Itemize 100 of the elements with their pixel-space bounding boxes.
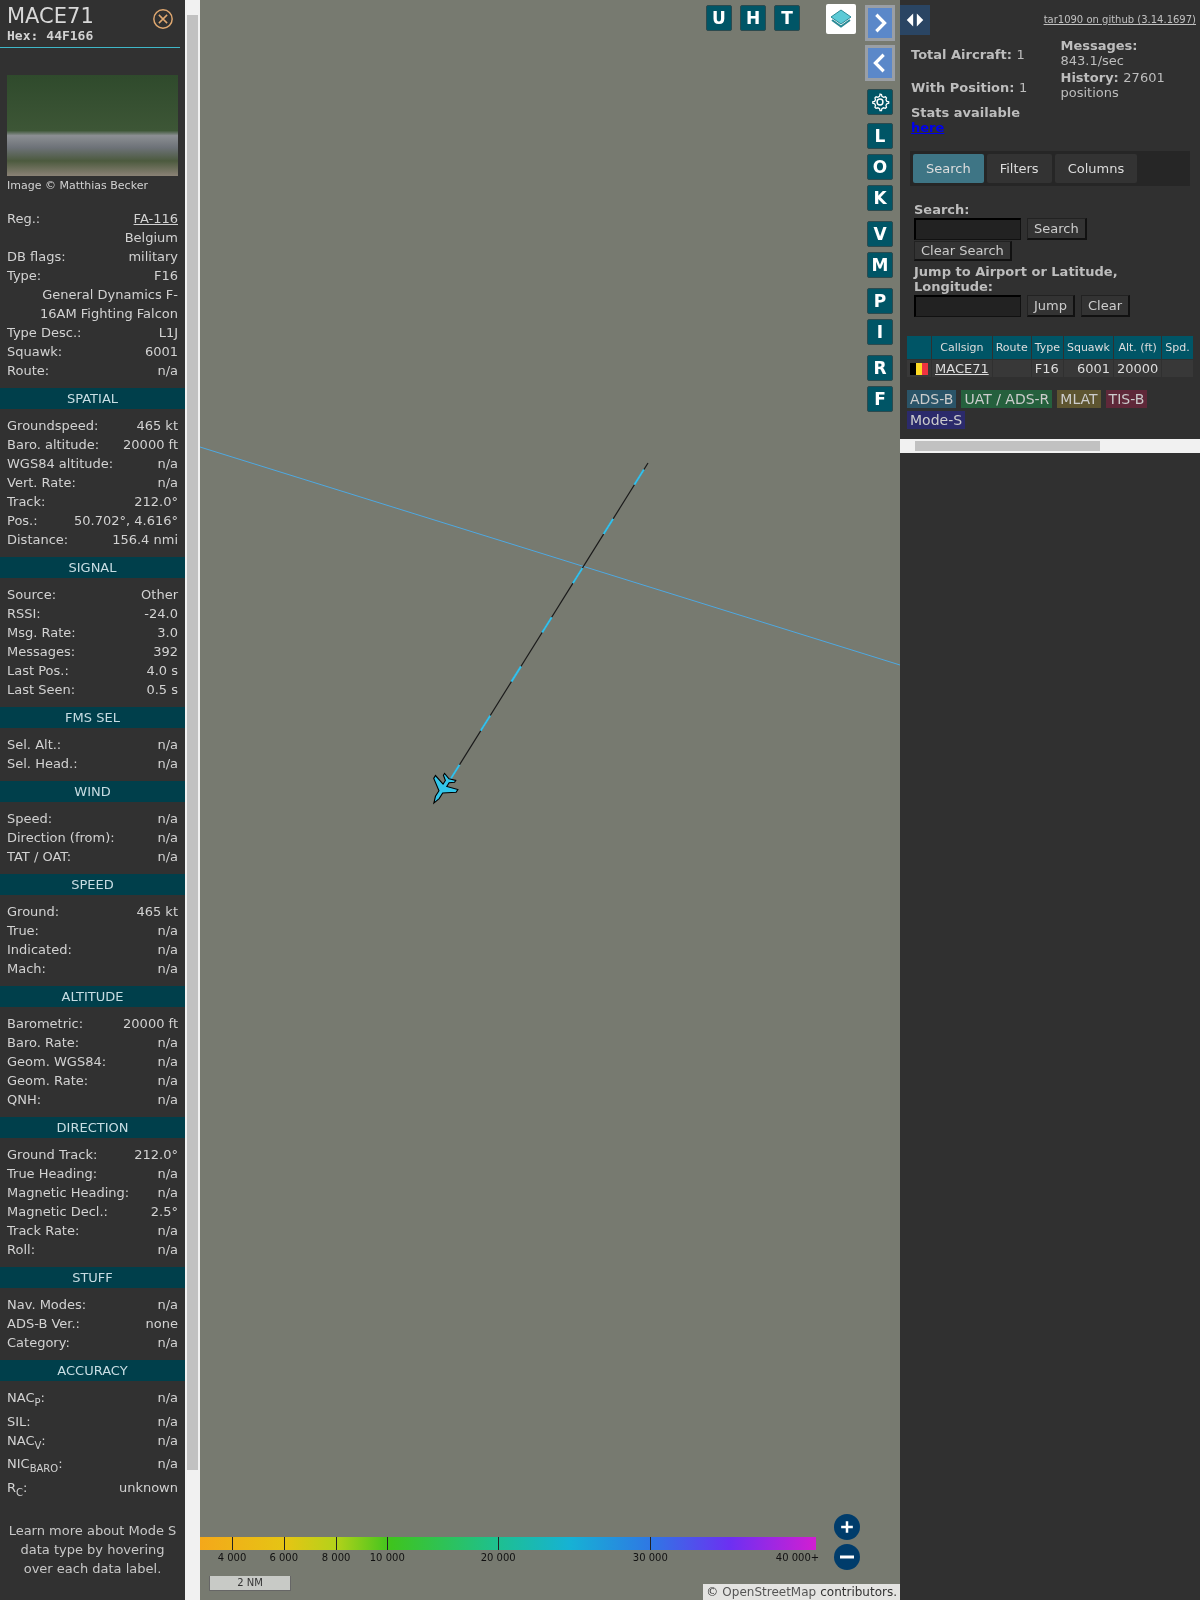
field-value: n/a [157,1412,178,1431]
registration-link[interactable]: FA-116 [133,209,178,228]
scrollbar[interactable] [900,439,1200,453]
map-toggle-button[interactable]: M [867,252,893,278]
field-value: 6001 [144,343,178,361]
field-label: Direction (from): [7,829,115,847]
aircraft-callsign: MACE71 [7,4,94,28]
altitude-label: 20 000 [480,1552,516,1563]
hex-code: 44F166 [46,28,94,43]
field-label: Vert. Rate: [7,474,76,492]
field-label: NAC$_{V}$: [7,1431,46,1453]
field-value: n/a [157,755,178,773]
panel-toggle-button[interactable] [900,5,930,35]
settings-button[interactable] [867,89,893,115]
section-header: SPATIAL [0,388,185,409]
collapse-button[interactable] [865,45,895,81]
map-toggle-button[interactable]: P [867,288,893,314]
search-field[interactable] [914,218,1021,240]
table-cell: 6001 [1063,360,1113,377]
jump-button[interactable]: Jump [1027,295,1075,317]
stat-text: With Position: 1 [911,80,1029,95]
field-label: Route: [7,362,50,380]
field-value: n/a [157,829,178,847]
field-label: Last Seen: [7,681,76,699]
map-toggle-button[interactable]: U [706,5,732,31]
field-value: n/a [157,848,178,866]
field-label: NIC$_{BARO}$: [7,1455,63,1476]
table-header[interactable]: Type [1031,336,1063,359]
table-header[interactable]: Squawk [1063,336,1113,359]
map-toggle-button[interactable]: R [867,355,893,381]
field-label: Type Desc.: [7,324,82,342]
map-toggle-button[interactable]: V [867,221,893,247]
source-tag: UAT / ADS-R [961,390,1053,408]
clear-search-button[interactable]: Clear Search [914,241,1012,261]
expand-button[interactable] [865,5,895,41]
altitude-label: 4 000 [217,1552,247,1563]
close-button[interactable] [152,8,174,30]
field-value: 20000 ft [123,436,178,454]
map-toggle-button[interactable]: F [867,386,893,412]
source-tag: ADS-B [907,390,957,408]
table-header[interactable]: Spd. [1162,336,1193,359]
field-value: 0.5 s [146,681,178,699]
section-header: WIND [0,781,185,802]
field-value: n/a [157,455,178,473]
jump-field[interactable] [914,295,1021,317]
field-label: Ground: [7,903,60,921]
field-label: Geom. Rate: [7,1072,89,1090]
section-header: DIRECTION [0,1117,185,1138]
attribution-text: contributors. [820,1585,897,1599]
section-header: FMS SEL [0,707,185,728]
field-label: Groundspeed: [7,417,99,435]
scrollbar[interactable] [185,0,200,1600]
aircraft-icon [432,772,459,805]
section-header: SIGNAL [0,557,185,578]
field-value: n/a [157,1241,178,1259]
field-label: Messages: [7,643,76,661]
copyright-sign: © [706,1585,719,1599]
altitude-label: 10 000 [369,1552,405,1563]
field-value: n/a [157,960,178,978]
field-label: Sel. Alt.: [7,736,62,754]
field-label: Last Pos.: [7,662,69,680]
zoom-in-button[interactable] [834,1514,860,1540]
layers-button[interactable] [826,4,856,34]
field-label: RSSI: [7,605,41,623]
photo-credit: Image © Matthias Becker [6,178,149,192]
map-toggle-button[interactable]: K [867,185,893,211]
field-value: n/a [157,1222,178,1240]
search-button[interactable]: Search [1027,218,1087,240]
field-label: Baro. Rate: [7,1034,80,1052]
altitude-label: 6 000 [269,1552,299,1563]
zoom-out-button[interactable] [834,1544,860,1570]
field-value: n/a [157,1091,178,1109]
attribution-link[interactable]: OpenStreetMap [722,1585,817,1599]
field-label: Mach: [7,960,46,978]
table-header[interactable]: Route [992,336,1031,359]
table-header[interactable]: Alt. (ft) [1113,336,1162,359]
field-value: -24.0 [144,605,178,623]
field-value: none [145,1315,178,1333]
map-toggle-button[interactable]: I [867,319,893,345]
field-value: Other [141,586,178,604]
map-toggle-button[interactable]: L [867,123,893,149]
tab[interactable]: Search [913,154,984,183]
scale-bar: 2 NM [209,1576,291,1591]
tab[interactable]: Columns [1054,154,1138,183]
map-toggle-button[interactable]: O [867,154,893,180]
stat-text: Total Aircraft: 1 [911,47,1026,62]
table-header[interactable]: Callsign [932,336,992,359]
field-value: F16 [153,267,178,285]
tab[interactable]: Filters [986,154,1052,183]
field-label: Roll: [7,1241,35,1259]
table-row[interactable]: MACE71 F16 6001 20000 [907,360,1193,377]
field-value: n/a [157,362,178,380]
search-label: Search: [914,202,971,217]
map-toggle-button[interactable]: T [774,5,800,31]
section-header: SPEED [0,874,185,895]
clear-button[interactable]: Clear [1081,295,1130,317]
map-toggle-button[interactable]: H [740,5,766,31]
section-header: ALTITUDE [0,986,185,1007]
github-link[interactable]: tar1090 on github (3.14.1697) [1043,14,1196,25]
field-label: Sel. Head.: [7,755,78,773]
